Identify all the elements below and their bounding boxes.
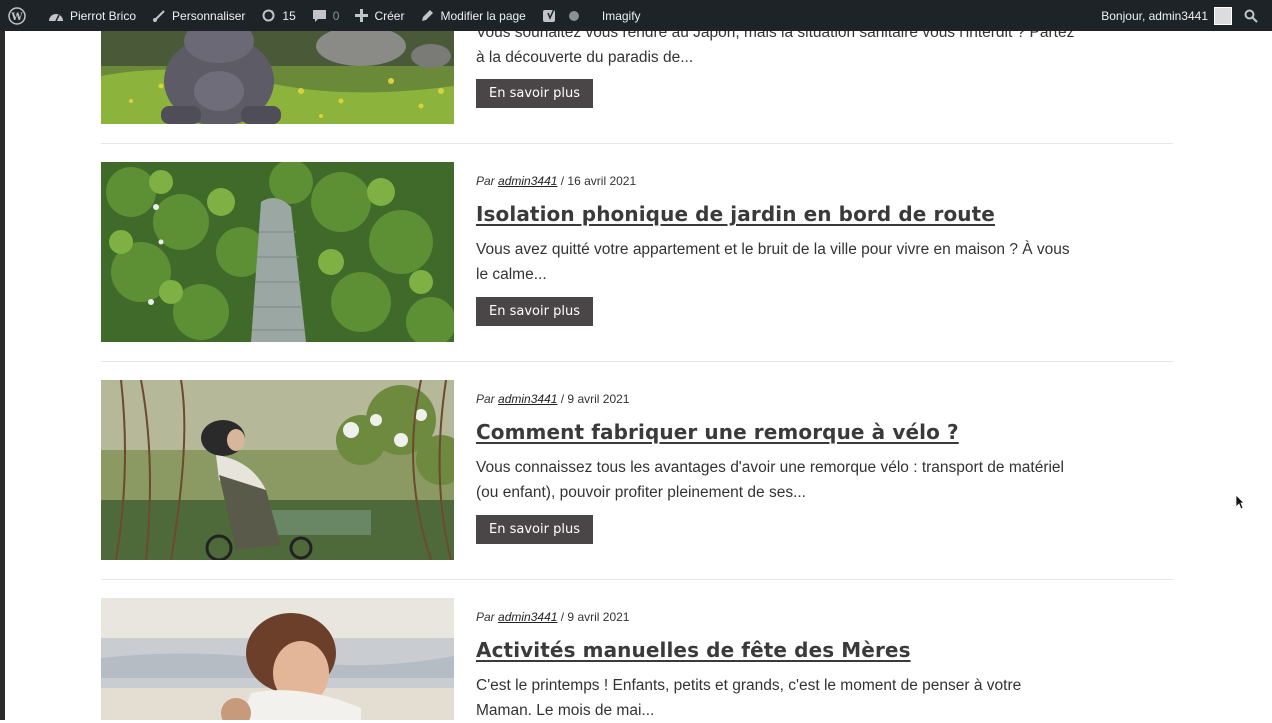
site-name-label: Pierrot Brico [70, 8, 137, 23]
post-thumbnail-statue[interactable] [101, 31, 454, 124]
plus-icon [355, 9, 369, 22]
search-button[interactable] [1236, 0, 1272, 31]
new-content-label: Créer [374, 8, 405, 23]
edit-page-label: Modifier la page [440, 8, 526, 23]
mouse-pointer-icon [1235, 494, 1245, 510]
read-more-button[interactable]: En savoir plus [476, 79, 593, 108]
new-content-menu[interactable]: Créer [347, 0, 412, 31]
post-thumbnail-mothers-day[interactable] [101, 598, 454, 720]
customize-menu[interactable]: Personnaliser [144, 0, 253, 31]
my-account-menu[interactable]: Bonjour, admin3441 [1093, 0, 1236, 31]
edit-page-menu[interactable]: Modifier la page [412, 0, 533, 31]
post-title-link[interactable]: Comment fabriquer une remorque à vélo ? [476, 420, 959, 444]
avatar [1214, 6, 1232, 25]
post-title-link[interactable]: Isolation phonique de jardin en bord de … [476, 202, 995, 226]
wordpress-logo-icon[interactable]: W [0, 0, 40, 31]
status-dot-icon [568, 10, 579, 21]
author-link[interactable]: admin3441 [498, 610, 557, 624]
wp-admin-bar: W Pierrot Brico Personnaliser 15 0 Créer… [0, 0, 1272, 31]
customize-label: Personnaliser [172, 8, 246, 23]
updates-count: 15 [282, 8, 296, 23]
post-date: / 9 avril 2021 [560, 392, 630, 406]
post-title-link[interactable]: Activités manuelles de fête des Mères [476, 638, 911, 662]
brush-icon [153, 9, 165, 22]
imagify-label: Imagify [601, 8, 641, 23]
post-meta: Par admin3441 / 9 avril 2021 [476, 610, 629, 624]
post-excerpt: C'est le printemps ! Enfants, petits et … [476, 677, 1022, 719]
search-icon [1244, 9, 1258, 23]
meta-prefix: Par [476, 610, 495, 624]
post-meta: Par admin3441 / 16 avril 2021 [476, 174, 636, 188]
post-excerpt: Vous avez quitté votre appartement et le… [476, 241, 1070, 283]
yoast-menu[interactable] [534, 0, 594, 31]
meta-prefix: Par [476, 174, 495, 188]
post-thumbnail-garden-path[interactable] [101, 162, 454, 342]
meta-prefix: Par [476, 392, 495, 406]
dashboard-icon [49, 13, 63, 21]
read-more-button[interactable]: En savoir plus [476, 297, 593, 326]
pencil-icon [422, 9, 434, 21]
updates-menu[interactable]: 15 [253, 0, 303, 31]
post-meta: Par admin3441 / 9 avril 2021 [476, 392, 629, 406]
post-thumbnail-bike-trailer[interactable] [101, 380, 454, 560]
comment-icon [312, 9, 326, 22]
post-excerpt: Vous connaissez tous les avantages d'avo… [476, 459, 1064, 501]
imagify-menu[interactable]: Imagify [594, 0, 649, 31]
post-divider [101, 579, 1173, 580]
post-date: / 16 avril 2021 [560, 174, 637, 188]
greeting-label: Bonjour, admin3441 [1101, 8, 1208, 23]
read-more-button[interactable]: En savoir plus [476, 515, 593, 544]
author-link[interactable]: admin3441 [498, 174, 557, 188]
author-link[interactable]: admin3441 [498, 392, 557, 406]
updates-icon [262, 9, 275, 22]
post-divider [101, 361, 1173, 362]
yoast-icon [542, 8, 555, 22]
comments-menu[interactable]: 0 [304, 0, 348, 31]
comments-count: 0 [332, 8, 340, 23]
window-edge [0, 31, 5, 720]
post-date: / 9 avril 2021 [560, 610, 630, 624]
post-divider [101, 143, 1173, 144]
svg-text:W: W [10, 12, 23, 23]
site-name-menu[interactable]: Pierrot Brico [40, 0, 144, 31]
